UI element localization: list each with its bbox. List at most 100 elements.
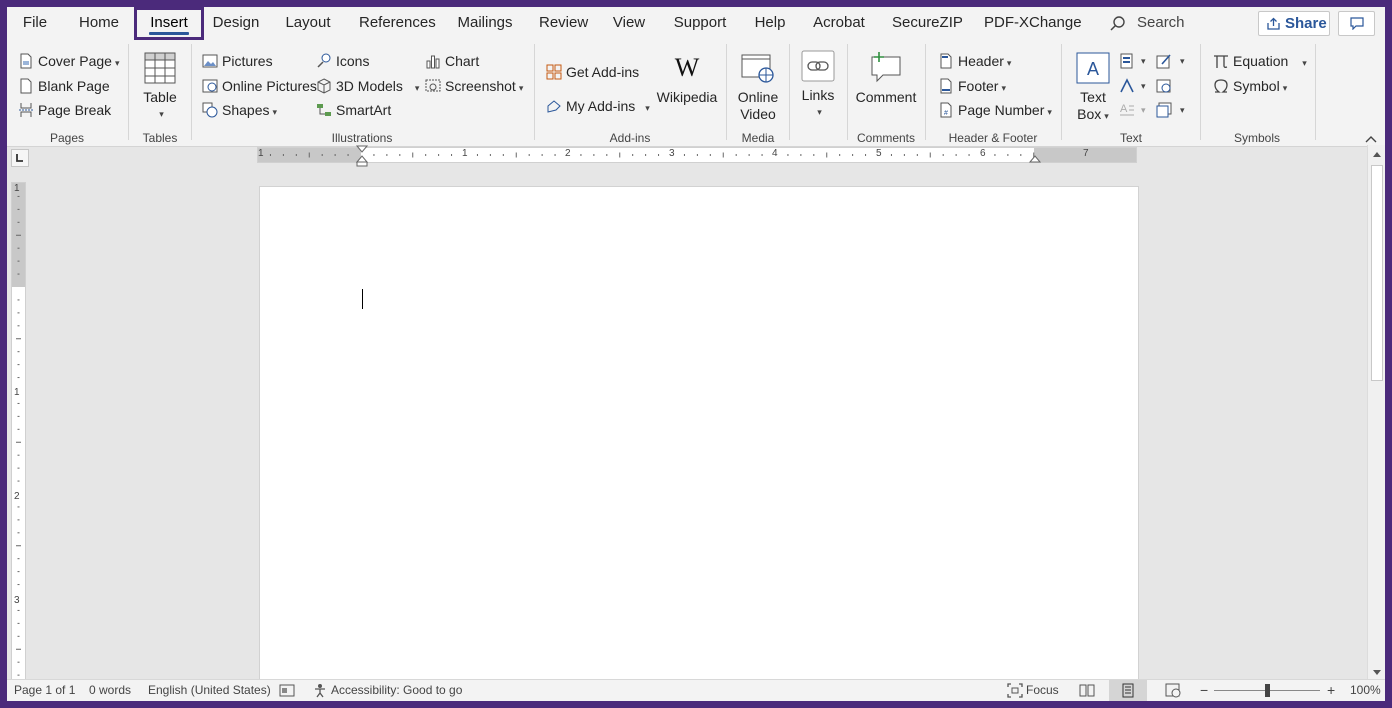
group-label-media: Media	[741, 131, 775, 145]
tab-securezip[interactable]: SecureZIP	[892, 7, 963, 40]
group-label-text: Text	[1119, 131, 1142, 145]
language-indicator[interactable]: English (United States)	[148, 680, 271, 701]
focus-label: Focus	[1026, 683, 1059, 697]
track-changes-button[interactable]	[279, 680, 297, 701]
left-tab-stop-icon	[16, 154, 23, 162]
group-label-tables: Tables	[142, 131, 178, 145]
smartart-icon	[317, 104, 331, 116]
chevron-down-icon: ▾	[817, 107, 822, 117]
horizontal-ruler[interactable]: 1 1 2 3 4 5 6 7	[257, 145, 1137, 167]
tab-design[interactable]: Design	[212, 7, 260, 40]
drop-cap-icon: A	[1120, 103, 1134, 116]
online-video-button[interactable]: Online Video	[733, 48, 783, 128]
scroll-up-arrow-icon[interactable]	[1372, 150, 1382, 160]
new-comment-button[interactable]: Comment	[853, 48, 919, 118]
zoom-level[interactable]: 100%	[1350, 680, 1381, 701]
print-layout-button[interactable]	[1109, 680, 1147, 701]
omega-icon	[1214, 79, 1228, 93]
footer-label: Footer	[958, 78, 999, 94]
read-mode-button[interactable]	[1079, 680, 1097, 701]
table-button[interactable]: Table ▾	[135, 48, 185, 128]
comments-pane-button[interactable]	[1338, 11, 1375, 36]
blank-page-icon	[20, 78, 32, 94]
object-button[interactable]: ▾	[1156, 99, 1190, 121]
tab-layout[interactable]: Layout	[285, 7, 331, 40]
document-page[interactable]	[259, 186, 1139, 686]
link-icon	[801, 50, 835, 82]
chevron-down-icon: ▾	[159, 109, 164, 119]
indent-marker-icon[interactable]	[356, 145, 368, 167]
date-time-button[interactable]	[1156, 75, 1176, 97]
ruler-number: 6	[980, 148, 986, 159]
tab-selector[interactable]	[11, 149, 29, 167]
web-layout-button[interactable]	[1165, 680, 1183, 701]
word-window: File Home Insert Design Layout Reference…	[7, 7, 1385, 701]
tab-acrobat[interactable]: Acrobat	[811, 7, 867, 40]
my-addins-icon	[547, 100, 561, 113]
share-button[interactable]: Share	[1258, 11, 1330, 36]
tab-help[interactable]: Help	[753, 7, 787, 40]
tab-review[interactable]: Review	[539, 7, 588, 40]
shapes-label: Shapes	[222, 102, 270, 118]
wikipedia-label: Wikipedia	[656, 89, 718, 105]
status-bar: Page 1 of 1 0 words English (United Stat…	[7, 679, 1385, 701]
ruler-number: 1	[462, 148, 468, 159]
vertical-ruler[interactable]: 1 1 2 3	[11, 182, 26, 682]
signature-line-button[interactable]: ▾	[1156, 50, 1190, 72]
drop-cap-button[interactable]: A ▾	[1119, 99, 1151, 121]
text-box-button[interactable]: A Text Box ▾	[1071, 48, 1115, 128]
vertical-scrollbar[interactable]	[1367, 145, 1385, 679]
chart-icon	[426, 55, 440, 69]
tab-support[interactable]: Support	[672, 7, 728, 40]
tab-home[interactable]: Home	[77, 7, 121, 40]
macro-recording-icon	[279, 684, 295, 697]
zoom-slider-thumb[interactable]	[1265, 684, 1270, 697]
group-separator	[1200, 44, 1201, 140]
my-addins-label: My Add-ins	[566, 98, 636, 114]
wikipedia-button[interactable]: W Wikipedia	[655, 48, 719, 118]
svg-text:A: A	[1120, 103, 1128, 115]
new-comment-icon	[871, 52, 901, 83]
share-icon	[1267, 17, 1280, 30]
table-label: Table	[143, 89, 177, 105]
accessibility-label: Accessibility: Good to go	[331, 683, 463, 697]
text-box-label-line2: Box ▾	[1071, 106, 1115, 125]
share-label: Share	[1285, 15, 1327, 32]
chart-label: Chart	[445, 53, 480, 69]
tab-pdf-xchange[interactable]: PDF-XChange	[984, 7, 1082, 40]
ruler-number: 5	[876, 148, 882, 159]
page-count[interactable]: Page 1 of 1	[14, 680, 75, 701]
scrollbar-thumb[interactable]	[1371, 165, 1383, 381]
ruler-number: 2	[565, 148, 571, 159]
group-label-comments: Comments	[856, 131, 915, 145]
right-indent-marker-icon[interactable]	[1029, 154, 1041, 164]
page-number-label: Page Number	[958, 102, 1045, 118]
links-button[interactable]: Links ▾	[795, 44, 841, 124]
quick-parts-button[interactable]: ▾	[1119, 50, 1151, 72]
ribbon-insert-panel: Cover Page ▾ Blank Page Page Break Pages …	[7, 40, 1385, 147]
group-label-illustrations: Illustrations	[331, 131, 393, 145]
header-icon	[940, 53, 952, 69]
symbol-label: Symbol	[1233, 78, 1280, 94]
word-count[interactable]: 0 words	[89, 680, 131, 701]
chevron-down-icon: ▾	[1282, 83, 1288, 93]
scroll-down-arrow-icon[interactable]	[1372, 667, 1382, 677]
zoom-in-button[interactable]: +	[1327, 680, 1335, 701]
tab-view[interactable]: View	[612, 7, 646, 40]
text-box-label-line2-text: Box	[1077, 106, 1102, 122]
tab-mailings[interactable]: Mailings	[456, 7, 514, 40]
ruler-number: 3	[669, 148, 675, 159]
tab-file[interactable]: File	[19, 7, 51, 40]
wordart-icon	[1120, 78, 1134, 93]
collapse-ribbon-icon[interactable]	[1364, 133, 1378, 145]
group-separator	[925, 44, 926, 140]
screenshot-icon	[425, 79, 441, 92]
chevron-down-icon: ▾	[1302, 58, 1307, 68]
shapes-icon	[202, 102, 218, 118]
wordart-button[interactable]: ▾	[1119, 75, 1151, 97]
tab-references[interactable]: References	[359, 7, 436, 40]
smartart-label: SmartArt	[336, 102, 392, 118]
zoom-out-button[interactable]: −	[1200, 680, 1208, 701]
group-separator	[726, 44, 727, 140]
group-separator	[847, 44, 848, 140]
